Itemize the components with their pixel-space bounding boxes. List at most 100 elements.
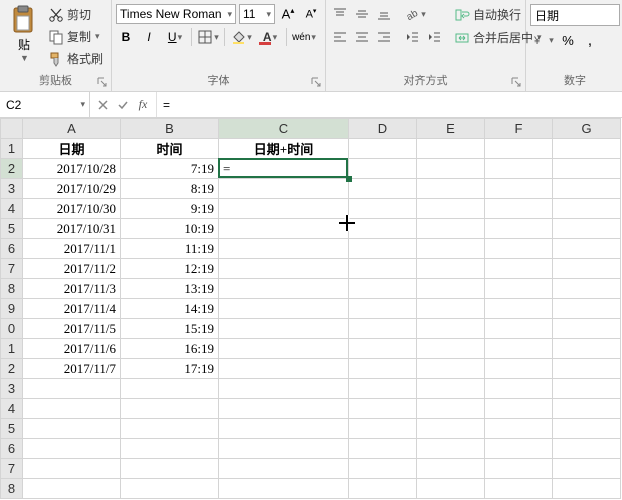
- copy-button[interactable]: 复制 ▾: [44, 26, 107, 47]
- row-header[interactable]: 5: [1, 419, 23, 439]
- cell-D14[interactable]: [349, 399, 417, 419]
- cell-F3[interactable]: [485, 179, 553, 199]
- font-name-combo[interactable]: ▾: [116, 4, 236, 24]
- row-header[interactable]: 7: [1, 459, 23, 479]
- cell-E6[interactable]: [417, 239, 485, 259]
- increase-font-button[interactable]: A▴: [278, 4, 298, 24]
- fill-color-button[interactable]: ▾: [228, 27, 254, 47]
- cell-B18[interactable]: [121, 479, 219, 499]
- cell-A13[interactable]: [23, 379, 121, 399]
- cell-D9[interactable]: [349, 299, 417, 319]
- cell-C17[interactable]: [219, 459, 349, 479]
- cell-A5[interactable]: 2017/10/31: [23, 219, 121, 239]
- cell-D5[interactable]: [349, 219, 417, 239]
- align-right-button[interactable]: [374, 27, 394, 47]
- cell-B4[interactable]: 9:19: [121, 199, 219, 219]
- cell-A4[interactable]: 2017/10/30: [23, 199, 121, 219]
- cell-B3[interactable]: 8:19: [121, 179, 219, 199]
- col-header-D[interactable]: D: [349, 119, 417, 139]
- cell-D7[interactable]: [349, 259, 417, 279]
- cell-E2[interactable]: [417, 159, 485, 179]
- cell-B6[interactable]: 11:19: [121, 239, 219, 259]
- row-header[interactable]: 6: [1, 239, 23, 259]
- cell-F4[interactable]: [485, 199, 553, 219]
- underline-button[interactable]: U▾: [162, 27, 188, 47]
- cell-A6[interactable]: 2017/11/1: [23, 239, 121, 259]
- cell-F1[interactable]: [485, 139, 553, 159]
- col-header-G[interactable]: G: [553, 119, 621, 139]
- dialog-launcher-icon[interactable]: [310, 76, 322, 88]
- align-top-button[interactable]: [330, 4, 350, 24]
- percent-button[interactable]: %: [558, 30, 578, 50]
- cell-C1[interactable]: 日期+时间: [219, 139, 349, 159]
- row-header[interactable]: 2: [1, 159, 23, 179]
- cell-F18[interactable]: [485, 479, 553, 499]
- cell-G13[interactable]: [553, 379, 621, 399]
- decrease-indent-button[interactable]: [402, 27, 422, 47]
- cell-G9[interactable]: [553, 299, 621, 319]
- cell-B10[interactable]: 15:19: [121, 319, 219, 339]
- cell-B14[interactable]: [121, 399, 219, 419]
- cancel-formula-button[interactable]: [94, 96, 112, 114]
- formula-input[interactable]: [157, 92, 622, 117]
- cell-E18[interactable]: [417, 479, 485, 499]
- cell-G1[interactable]: [553, 139, 621, 159]
- cell-F2[interactable]: [485, 159, 553, 179]
- cell-B15[interactable]: [121, 419, 219, 439]
- cell-E3[interactable]: [417, 179, 485, 199]
- cell-D18[interactable]: [349, 479, 417, 499]
- cell-F17[interactable]: [485, 459, 553, 479]
- col-header-A[interactable]: A: [23, 119, 121, 139]
- col-header-E[interactable]: E: [417, 119, 485, 139]
- cell-A8[interactable]: 2017/11/3: [23, 279, 121, 299]
- cell-C2[interactable]: =: [219, 159, 349, 179]
- cell-E14[interactable]: [417, 399, 485, 419]
- cell-D16[interactable]: [349, 439, 417, 459]
- row-header[interactable]: 4: [1, 399, 23, 419]
- cell-C7[interactable]: [219, 259, 349, 279]
- cell-D6[interactable]: [349, 239, 417, 259]
- col-header-B[interactable]: B: [121, 119, 219, 139]
- chevron-down-icon[interactable]: ▾: [227, 9, 232, 20]
- cell-E10[interactable]: [417, 319, 485, 339]
- cell-G3[interactable]: [553, 179, 621, 199]
- chevron-down-icon[interactable]: ▾: [266, 9, 271, 20]
- format-painter-button[interactable]: 格式刷: [44, 48, 107, 69]
- phonetic-button[interactable]: wén▾: [290, 27, 318, 47]
- cell-B1[interactable]: 时间: [121, 139, 219, 159]
- row-header[interactable]: 3: [1, 379, 23, 399]
- cell-E16[interactable]: [417, 439, 485, 459]
- cell-C15[interactable]: [219, 419, 349, 439]
- cell-F14[interactable]: [485, 399, 553, 419]
- cell-E15[interactable]: [417, 419, 485, 439]
- row-header[interactable]: 1: [1, 339, 23, 359]
- cell-F11[interactable]: [485, 339, 553, 359]
- cell-G16[interactable]: [553, 439, 621, 459]
- name-box[interactable]: ▾: [0, 92, 90, 117]
- cell-D3[interactable]: [349, 179, 417, 199]
- cell-E17[interactable]: [417, 459, 485, 479]
- cell-D15[interactable]: [349, 419, 417, 439]
- orientation-button[interactable]: ab▾: [402, 4, 428, 24]
- cell-C3[interactable]: [219, 179, 349, 199]
- cell-D10[interactable]: [349, 319, 417, 339]
- italic-button[interactable]: I: [139, 27, 159, 47]
- comma-button[interactable]: ,: [580, 30, 600, 50]
- row-header[interactable]: 5: [1, 219, 23, 239]
- cell-B16[interactable]: [121, 439, 219, 459]
- number-format-combo[interactable]: 日期: [530, 4, 620, 26]
- cell-C13[interactable]: [219, 379, 349, 399]
- cell-E12[interactable]: [417, 359, 485, 379]
- cell-F15[interactable]: [485, 419, 553, 439]
- cell-A14[interactable]: [23, 399, 121, 419]
- bold-button[interactable]: B: [116, 27, 136, 47]
- cell-A15[interactable]: [23, 419, 121, 439]
- accounting-format-button[interactable]: ¥▾: [530, 30, 556, 50]
- cell-D13[interactable]: [349, 379, 417, 399]
- cell-C10[interactable]: [219, 319, 349, 339]
- worksheet[interactable]: ABCDEFG 1日期时间日期+时间22017/10/287:19=32017/…: [0, 118, 622, 500]
- cell-B13[interactable]: [121, 379, 219, 399]
- cell-F12[interactable]: [485, 359, 553, 379]
- cell-G2[interactable]: [553, 159, 621, 179]
- cell-G12[interactable]: [553, 359, 621, 379]
